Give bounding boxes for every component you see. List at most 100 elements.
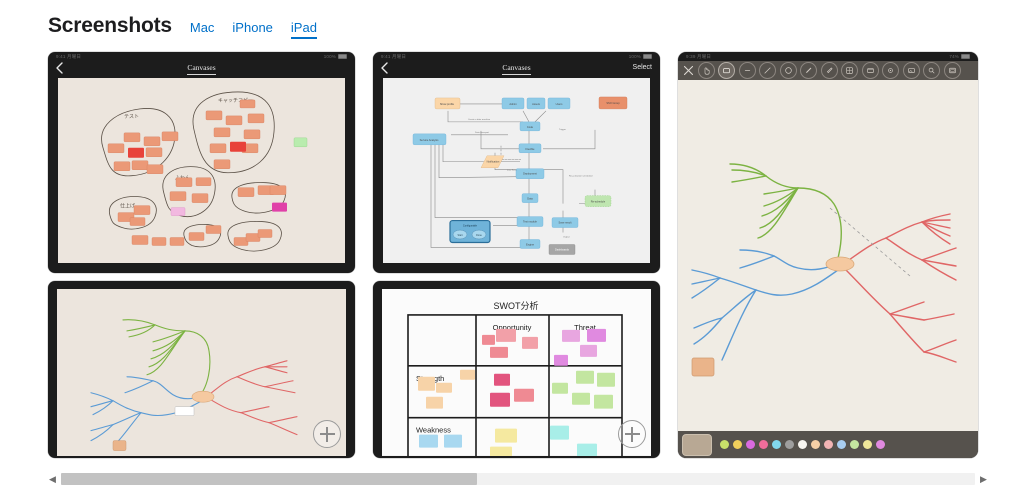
circle-shape-icon[interactable] [779, 62, 797, 79]
pen-icon[interactable] [800, 62, 817, 79]
dot-circle-icon[interactable] [882, 62, 899, 79]
battery-percent: 100% [628, 54, 641, 59]
nav-title-text: Canvases [187, 63, 216, 75]
tab-iphone[interactable]: iPhone [232, 20, 272, 37]
hand-select-icon[interactable] [697, 62, 715, 79]
horizontal-scrollbar[interactable]: ◀ ▶ [48, 472, 988, 486]
color-dot[interactable] [746, 440, 755, 449]
svg-text:Assets: Assets [532, 102, 540, 106]
note-card-icon[interactable] [943, 62, 961, 79]
mindmap-canvas-editor[interactable] [678, 80, 978, 431]
screenshot-mindmap-editor[interactable]: 9:39 月曜日 74% [678, 52, 978, 458]
screenshot-canvases-flowchart[interactable]: 9:41 月曜日 100% Canvases Select Show profi… [373, 52, 660, 274]
svg-text:Admin: Admin [509, 102, 517, 106]
line-icon[interactable] [759, 62, 776, 79]
triangle-left-icon[interactable]: ◀ [48, 474, 57, 484]
svg-text:Engine: Engine [526, 242, 535, 246]
color-dot[interactable] [785, 440, 794, 449]
swot-canvas[interactable]: SWOT分析 Opportunity Threat Strength [382, 289, 651, 456]
scrollbar-track[interactable] [61, 473, 975, 485]
color-dot[interactable] [876, 440, 885, 449]
sticky-note-canvas[interactable]: テスト キャッチコピー ふわん 仕上げ [58, 78, 345, 264]
screenshot-strip: 9:41 月曜日 100% Canvases テスト キャッチコピー 仕上げ 9… [48, 52, 988, 458]
current-color-swatch[interactable] [682, 433, 712, 456]
battery-icon [961, 53, 970, 60]
color-dot[interactable] [772, 440, 781, 449]
color-dot[interactable] [798, 440, 807, 449]
screenshots-header: Screenshots Mac iPhone iPad [48, 14, 317, 39]
scrollbar-thumb[interactable] [61, 473, 477, 485]
screenshots-gallery-page: Screenshots Mac iPhone iPad 9:41 月曜日 100… [0, 0, 1024, 500]
svg-text:Data: Data [527, 197, 533, 201]
color-dot[interactable] [733, 440, 742, 449]
close-icon[interactable] [683, 65, 694, 76]
nav-title: Canvases [48, 63, 355, 75]
svg-text:Service Analysis: Service Analysis [420, 138, 440, 142]
battery-percent: 100% [323, 54, 336, 59]
battery-percent: 74% [949, 54, 959, 59]
status-bar-indicators: 74% [949, 53, 970, 60]
color-dot[interactable] [850, 440, 859, 449]
color-dot[interactable] [759, 440, 768, 449]
svg-text:Weakness: Weakness [416, 426, 451, 435]
add-button-1[interactable] [313, 420, 341, 448]
nav-bar: Canvases Select [373, 61, 660, 76]
screenshot-mindmap-1[interactable] [48, 281, 355, 458]
screenshot-column-2: 9:41 月曜日 100% Canvases Select Show profi… [373, 52, 660, 458]
color-palette [678, 431, 978, 458]
svg-text:Notification: Notification [487, 160, 500, 164]
battery-icon [338, 53, 347, 60]
svg-text:Configurable: Configurable [463, 225, 478, 228]
tab-ipad[interactable]: iPad [290, 20, 317, 39]
svg-text:Trigger: Trigger [559, 128, 566, 131]
editor-toolbar [678, 61, 978, 80]
color-dot[interactable] [837, 440, 846, 449]
triangle-right-icon[interactable]: ▶ [979, 474, 988, 484]
svg-text:Deployment: Deployment [523, 172, 537, 176]
status-bar-indicators: 100% [628, 53, 652, 60]
status-bar-time: 9:41 月曜日 [56, 53, 82, 59]
mindmap-canvas-1[interactable] [57, 289, 346, 456]
nav-title: Canvases [373, 63, 660, 75]
svg-text:Re-activation scheduled: Re-activation scheduled [569, 175, 593, 178]
status-bar-time: 9:39 月曜日 [686, 53, 712, 59]
page-title: Screenshots [48, 14, 172, 37]
svg-text:data flows: data flows [507, 169, 518, 172]
battery-icon [643, 53, 652, 60]
svg-text:Save result: Save result [559, 221, 572, 225]
svg-text:Show profile: Show profile [440, 102, 455, 106]
grid-table-icon[interactable] [841, 62, 858, 79]
svg-text:テスト: テスト [124, 114, 139, 120]
select-button[interactable]: Select [633, 64, 652, 71]
svg-text:Users: Users [556, 102, 563, 106]
image-icon[interactable] [902, 62, 920, 79]
svg-text:Re-schedule: Re-schedule [591, 200, 606, 204]
color-dot[interactable] [811, 440, 820, 449]
status-bar-indicators: 100% [323, 53, 347, 60]
screenshot-swot-board[interactable]: SWOT分析 Opportunity Threat Strength [373, 281, 660, 458]
flowchart-canvas[interactable]: Show profile Admin Assets Users SSO Grou… [383, 78, 650, 264]
color-dot[interactable] [720, 440, 729, 449]
eraser-icon[interactable] [820, 62, 838, 79]
minus-circle-icon[interactable] [738, 62, 756, 79]
sticky-note-icon[interactable] [861, 62, 879, 79]
tab-mac[interactable]: Mac [190, 20, 215, 37]
svg-text:Dashboards: Dashboards [555, 247, 570, 251]
status-bar: 9:39 月曜日 74% [678, 52, 978, 61]
svg-text:Start: Start [457, 234, 462, 237]
svg-text:SSO Group: SSO Group [606, 101, 620, 105]
screenshot-canvases-sticky[interactable]: 9:41 月曜日 100% Canvases テスト キャッチコピー 仕上げ [48, 52, 355, 274]
nav-bar: Canvases [48, 61, 355, 76]
color-dot[interactable] [824, 440, 833, 449]
screenshot-column-3: 9:39 月曜日 74% [678, 52, 978, 458]
add-button-2[interactable] [618, 420, 646, 448]
svg-text:Code: Code [527, 125, 534, 129]
screenshot-column-1: 9:41 月曜日 100% Canvases テスト キャッチコピー 仕上げ [48, 52, 355, 458]
color-dot[interactable] [863, 440, 872, 449]
search-icon[interactable] [923, 62, 940, 79]
svg-text:仕上げ: 仕上げ [120, 203, 135, 210]
svg-text:Flexible: Flexible [526, 147, 535, 151]
rectangle-shape-icon[interactable] [718, 62, 735, 79]
status-bar-time: 9:41 月曜日 [381, 53, 407, 59]
svg-text:Create a data machine: Create a data machine [468, 118, 491, 121]
